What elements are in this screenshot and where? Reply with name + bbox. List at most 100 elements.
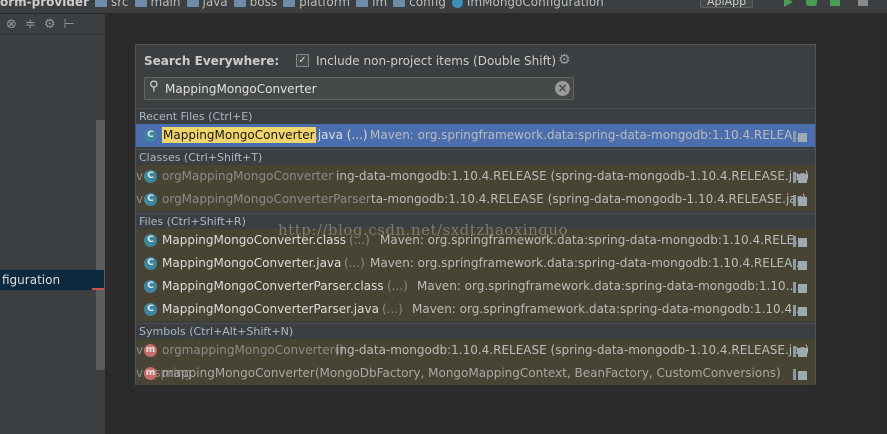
result-name: orgmappingMongoConverter() xyxy=(162,343,344,357)
breadcrumb-label: config xyxy=(409,0,446,9)
library-icon xyxy=(793,367,809,380)
breadcrumb-platform[interactable]: platform xyxy=(283,0,350,9)
result-row-file[interactable]: C MappingMongoConverter.java (...) Maven… xyxy=(136,252,815,275)
folder-icon xyxy=(393,0,406,7)
collapse-all-icon[interactable]: ≑ xyxy=(25,17,36,32)
result-name: orgMappingMongoConverter xyxy=(162,169,334,183)
result-row-class[interactable]: ve C orgMappingMongoConverter ing-data-m… xyxy=(136,165,815,188)
project-tool-window: ⊗ ≑ ⚙ ⊢ figuration xyxy=(0,14,106,434)
library-icon xyxy=(793,257,809,270)
include-non-project-label[interactable]: Include non-project items (Double Shift) xyxy=(316,54,556,68)
debug-icon[interactable] xyxy=(806,0,817,6)
run-icon[interactable] xyxy=(784,0,793,7)
group-recent-files: Recent Files (Ctrl+E) xyxy=(136,108,815,124)
stop-icon[interactable] xyxy=(858,0,868,6)
method-icon: m xyxy=(144,367,157,380)
result-location: Maven: org.springframework.data:spring-d… xyxy=(417,279,801,293)
folder-icon xyxy=(356,0,369,7)
breadcrumb-label: src xyxy=(110,0,129,9)
result-row-file[interactable]: C MappingMongoConverterParser.java (...)… xyxy=(136,298,815,321)
result-location: Maven: org.springframework.data:spring-d… xyxy=(370,256,804,270)
result-row-recent[interactable]: C MappingMongoConverter .java (...) Mave… xyxy=(136,124,815,147)
project-scrollbar[interactable] xyxy=(96,120,105,370)
result-name: MappingMongoConverter xyxy=(162,127,316,143)
breadcrumb-config[interactable]: config xyxy=(393,0,446,9)
library-icon xyxy=(793,303,809,316)
result-name: mappingMongoConverter(MongoDbFactory, Mo… xyxy=(162,366,781,380)
result-ext: .java (...) xyxy=(314,128,368,142)
result-row-file[interactable]: C MappingMongoConverterParser.class (...… xyxy=(136,275,815,298)
breadcrumb-im[interactable]: im xyxy=(356,0,387,9)
class-file-icon: C xyxy=(144,234,157,247)
search-results: Recent Files (Ctrl+E) C MappingMongoConv… xyxy=(136,106,815,385)
folder-icon xyxy=(94,0,107,7)
breadcrumb: orm-provider src main java boss platform… xyxy=(0,0,610,9)
folder-icon xyxy=(233,0,246,7)
result-row-symbol[interactable]: ve m orgmappingMongoConverter() ing-data… xyxy=(136,339,815,362)
java-class-icon: C xyxy=(144,170,157,183)
breadcrumb-class[interactable]: ImMongoConfiguration xyxy=(451,0,604,9)
project-tree-item-selected[interactable]: figuration xyxy=(0,270,104,290)
result-row-class[interactable]: ve C orgMappingMongoConverterParser ta-m… xyxy=(136,188,815,211)
class-file-icon: C xyxy=(144,280,157,293)
class-icon xyxy=(451,0,463,8)
hide-panel-icon[interactable]: ⊢ xyxy=(63,17,74,32)
result-location: Maven: org.springframework.data:spring-d… xyxy=(412,302,808,316)
popup-header: Search Everywhere: ✓ Include non-project… xyxy=(136,45,815,106)
breadcrumb-label: java xyxy=(202,0,228,9)
error-marker xyxy=(92,288,104,290)
search-icon: ⚲ xyxy=(149,79,159,94)
breadcrumb-label: im xyxy=(372,0,388,9)
java-file-icon: C xyxy=(144,257,157,270)
result-location: ing-data-mongodb:1.10.4.RELEASE (spring-… xyxy=(336,343,810,357)
run-coverage-icon[interactable] xyxy=(830,0,840,6)
breadcrumb-label: main xyxy=(150,0,181,9)
library-icon xyxy=(793,170,809,183)
breadcrumb-label: ImMongoConfiguration xyxy=(466,0,604,9)
library-icon xyxy=(793,280,809,293)
result-name: MappingMongoConverterParser.class xyxy=(162,279,384,293)
breadcrumb-boss[interactable]: boss xyxy=(233,0,278,9)
result-name: orgMappingMongoConverterParser xyxy=(162,192,371,206)
result-ext: (...) xyxy=(344,256,365,270)
watermark: http://blog.csdn.net/sxdtzhaoxinguo xyxy=(278,221,569,239)
result-location: Maven: org.springframework.data:spring-d… xyxy=(370,128,804,142)
breadcrumb-label: platform xyxy=(299,0,351,9)
search-input[interactable] xyxy=(165,80,545,97)
library-icon xyxy=(793,129,809,142)
group-symbols: Symbols (Ctrl+Alt+Shift+N) xyxy=(136,323,815,339)
library-icon xyxy=(793,234,809,247)
breadcrumb-label: boss xyxy=(249,0,278,9)
breadcrumb-project[interactable]: orm-provider xyxy=(0,0,89,9)
result-name: MappingMongoConverterParser.java xyxy=(162,302,379,316)
result-ext: (...) xyxy=(382,302,403,316)
result-ext: (...) xyxy=(387,279,408,293)
popup-title: Search Everywhere: xyxy=(144,54,280,68)
folder-icon xyxy=(283,0,296,7)
library-icon xyxy=(793,193,809,206)
breadcrumb-src[interactable]: src xyxy=(94,0,129,9)
result-row-symbol[interactable]: ve.spring m mappingMongoConverter(MongoD… xyxy=(136,362,815,385)
clear-icon[interactable]: × xyxy=(555,81,570,96)
run-configuration-select[interactable]: ApiApp xyxy=(700,0,754,8)
java-file-icon: C xyxy=(144,303,157,316)
include-non-project-checkbox[interactable]: ✓ xyxy=(296,54,309,67)
search-everywhere-popup: Search Everywhere: ✓ Include non-project… xyxy=(135,44,816,385)
scroll-from-source-icon[interactable]: ⊗ xyxy=(6,17,17,32)
group-classes: Classes (Ctrl+Shift+T) xyxy=(136,149,815,165)
result-name: MappingMongoConverter.java xyxy=(162,256,342,270)
breadcrumb-java[interactable]: java xyxy=(186,0,228,9)
gear-icon[interactable]: ⚙ xyxy=(44,17,56,32)
result-location: ta-mongodb:1.10.4.RELEASE (spring-data-m… xyxy=(371,192,807,206)
gear-icon[interactable]: ⚙ xyxy=(558,52,571,68)
method-icon: m xyxy=(144,344,157,357)
project-toolbar: ⊗ ≑ ⚙ ⊢ xyxy=(0,14,105,35)
folder-icon xyxy=(134,0,147,7)
navigation-bar: orm-provider src main java boss platform… xyxy=(0,0,887,14)
search-field[interactable]: ⚲ × xyxy=(144,77,574,100)
folder-icon xyxy=(186,0,199,7)
result-location: ing-data-mongodb:1.10.4.RELEASE (spring-… xyxy=(336,169,810,183)
library-icon xyxy=(793,344,809,357)
java-class-icon: C xyxy=(144,193,157,206)
breadcrumb-main[interactable]: main xyxy=(134,0,181,9)
